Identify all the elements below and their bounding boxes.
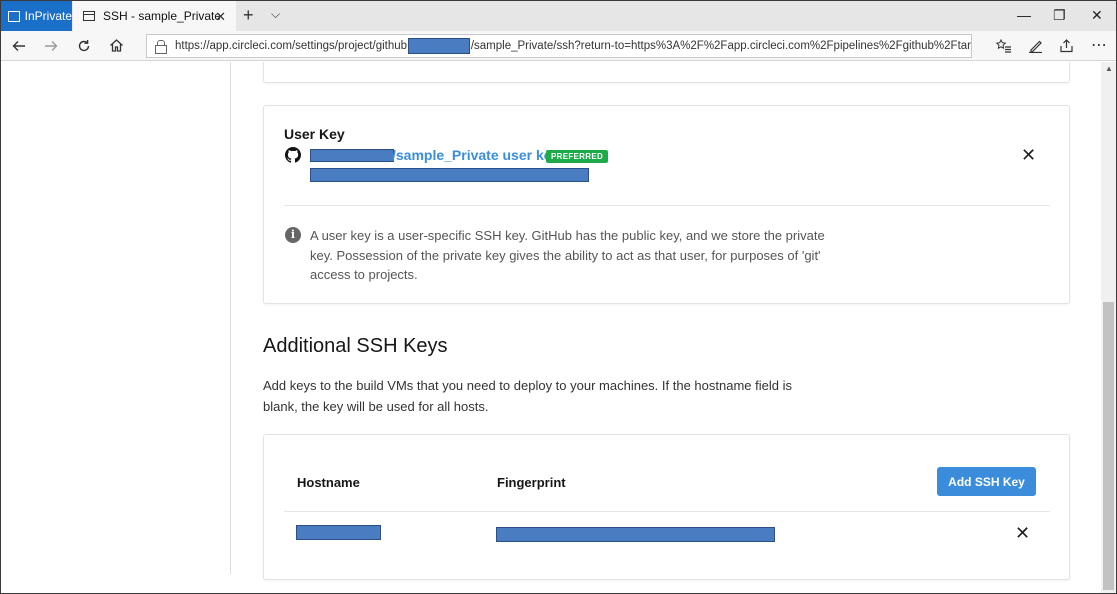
minimize-icon[interactable]: — bbox=[1017, 7, 1031, 23]
tab-ssh-settings[interactable]: SSH - sample_Private ✕ bbox=[73, 1, 236, 31]
vertical-scrollbar[interactable]: ▲ bbox=[1101, 62, 1116, 593]
restore-icon[interactable]: ❐ bbox=[1053, 7, 1066, 24]
username-redaction bbox=[310, 148, 394, 162]
user-key-info-text: A user key is a user-specific SSH key. G… bbox=[310, 228, 825, 282]
remove-user-key-icon[interactable]: ✕ bbox=[1021, 146, 1036, 164]
tab-title: SSH - sample_Private bbox=[103, 9, 222, 23]
share-icon[interactable] bbox=[1059, 38, 1074, 53]
hostname-redaction bbox=[296, 525, 381, 540]
favorites-icon[interactable] bbox=[996, 39, 1012, 53]
page-content: User Key /sample_Private user key PREFER… bbox=[1, 62, 1101, 593]
ssh-keys-table-card: Hostname Fingerprint Add SSH Key ✕ bbox=[263, 434, 1070, 580]
user-key-link[interactable]: /sample_Private user key bbox=[310, 147, 559, 163]
new-tab-button[interactable]: + bbox=[243, 5, 254, 26]
pen-icon[interactable] bbox=[1028, 38, 1043, 53]
remove-ssh-key-icon[interactable]: ✕ bbox=[1015, 524, 1030, 542]
navigation-bar: https://app.circleci.com/settings/projec… bbox=[1, 31, 1116, 61]
preferred-badge: PREFERRED bbox=[546, 150, 609, 163]
sidebar-divider bbox=[230, 62, 231, 574]
inprivate-indicator[interactable]: InPrivate bbox=[1, 1, 72, 31]
tab-list-chevron-icon[interactable]: ⌵ bbox=[271, 7, 280, 22]
tab-bar: InPrivate SSH - sample_Private ✕ + ⌵ — ❐… bbox=[1, 1, 1116, 31]
close-tab-icon[interactable]: ✕ bbox=[215, 9, 226, 25]
close-window-icon[interactable]: ✕ bbox=[1091, 7, 1103, 24]
table-header-divider bbox=[284, 511, 1050, 512]
scroll-up-arrow-icon[interactable]: ▲ bbox=[1105, 64, 1113, 73]
user-key-link-label: /sample_Private user key bbox=[392, 147, 560, 163]
forward-arrow-icon[interactable] bbox=[44, 39, 58, 53]
add-ssh-key-button[interactable]: Add SSH Key bbox=[937, 467, 1036, 496]
user-key-card: User Key /sample_Private user key PREFER… bbox=[263, 105, 1070, 304]
home-icon[interactable] bbox=[109, 38, 124, 53]
user-key-title: User Key bbox=[284, 126, 345, 142]
info-icon: i bbox=[285, 227, 301, 243]
url-redaction bbox=[408, 38, 470, 54]
fingerprint-redaction bbox=[496, 527, 775, 542]
hostname-column-header: Hostname bbox=[297, 475, 360, 490]
github-icon bbox=[285, 147, 301, 163]
additional-ssh-keys-description: Add keys to the build VMs that you need … bbox=[263, 378, 792, 414]
scrollbar-thumb[interactable] bbox=[1103, 302, 1114, 590]
address-bar[interactable]: https://app.circleci.com/settings/projec… bbox=[146, 34, 972, 58]
more-icon[interactable]: ⋯ bbox=[1091, 35, 1107, 55]
user-key-fingerprint-redaction bbox=[310, 168, 589, 182]
card-divider bbox=[284, 205, 1050, 206]
fingerprint-column-header: Fingerprint bbox=[497, 475, 566, 490]
refresh-icon[interactable] bbox=[77, 39, 91, 53]
url-text-start: https://app.circleci.com/settings/projec… bbox=[175, 40, 408, 52]
inprivate-label: InPrivate bbox=[24, 9, 72, 23]
back-arrow-icon[interactable] bbox=[12, 39, 26, 53]
lock-icon[interactable] bbox=[155, 40, 167, 54]
inprivate-icon bbox=[8, 10, 20, 22]
url-text-end: /sample_Private/ssh?return-to=https%3A%2… bbox=[470, 40, 971, 52]
previous-card-bottom bbox=[263, 62, 1070, 83]
page-icon bbox=[83, 11, 95, 21]
additional-ssh-keys-title: Additional SSH Keys bbox=[263, 335, 448, 357]
